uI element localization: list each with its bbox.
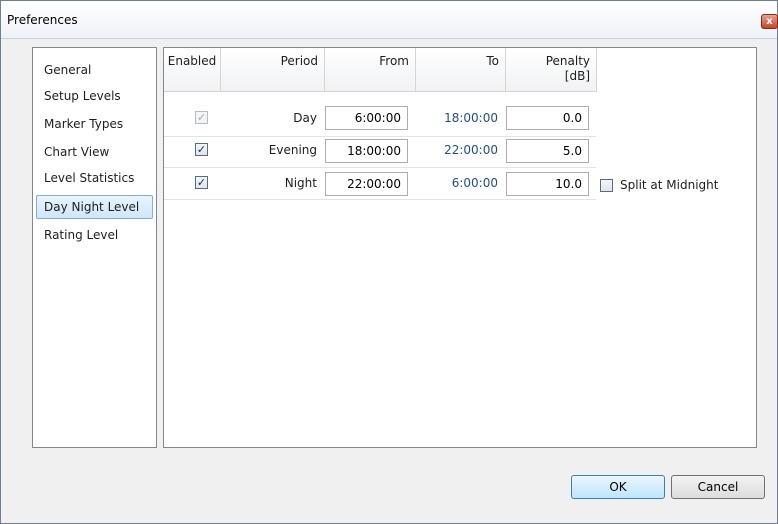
column-header-penalty: Penalty [dB] [506, 48, 597, 92]
nav-item-setup-levels[interactable]: Setup Levels [36, 84, 153, 108]
to-value-evening: 22:00:00 [444, 143, 498, 157]
from-field-day[interactable]: 6:00:00 [325, 106, 408, 130]
period-day: Day [293, 111, 317, 125]
column-header-penalty-label: Penalty [545, 54, 590, 68]
split-at-midnight-label: Split at Midnight [620, 178, 719, 192]
nav-item-level-statistics[interactable]: Level Statistics [36, 166, 153, 190]
category-list: General Setup Levels Marker Types Chart … [32, 47, 157, 448]
nav-item-general[interactable]: General [36, 58, 153, 82]
day-night-level-panel: Enabled Period From To Penalty [dB] ✓ Da… [163, 47, 757, 448]
close-button[interactable]: x [761, 14, 778, 29]
penalty-field-night[interactable]: 10.0 [506, 172, 589, 196]
nav-item-rating-level[interactable]: Rating Level [36, 223, 153, 247]
to-value-day: 18:00:00 [444, 111, 498, 125]
nav-item-marker-types[interactable]: Marker Types [36, 112, 153, 136]
from-field-evening[interactable]: 18:00:00 [325, 139, 408, 163]
column-header-enabled: Enabled [164, 48, 221, 92]
column-header-from: From [325, 48, 416, 92]
column-header-to: To [416, 48, 506, 92]
title-bar: Preferences x [1, 1, 778, 39]
window-title: Preferences [7, 13, 78, 27]
nav-item-chart-view[interactable]: Chart View [36, 140, 153, 164]
column-header-penalty-unit: [dB] [564, 69, 590, 83]
from-field-night[interactable]: 22:00:00 [325, 172, 408, 196]
penalty-field-day[interactable]: 0.0 [506, 106, 589, 130]
enabled-checkbox-day: ✓ [195, 111, 208, 124]
to-value-night: 6:00:00 [451, 176, 498, 190]
penalty-field-evening[interactable]: 5.0 [506, 139, 589, 163]
cancel-button[interactable]: Cancel [671, 475, 765, 499]
row-divider [164, 199, 596, 200]
split-at-midnight-checkbox[interactable] [600, 179, 613, 192]
nav-item-day-night-level[interactable]: Day Night Level [36, 195, 153, 219]
enabled-checkbox-night[interactable]: ✓ [195, 176, 208, 189]
preferences-dialog: Preferences x General Setup Levels Marke… [0, 0, 778, 524]
period-night: Night [284, 176, 317, 190]
column-header-period: Period [221, 48, 325, 92]
period-evening: Evening [268, 143, 317, 157]
enabled-checkbox-evening[interactable]: ✓ [195, 143, 208, 156]
close-icon: x [766, 15, 773, 27]
ok-button[interactable]: OK [571, 475, 665, 499]
